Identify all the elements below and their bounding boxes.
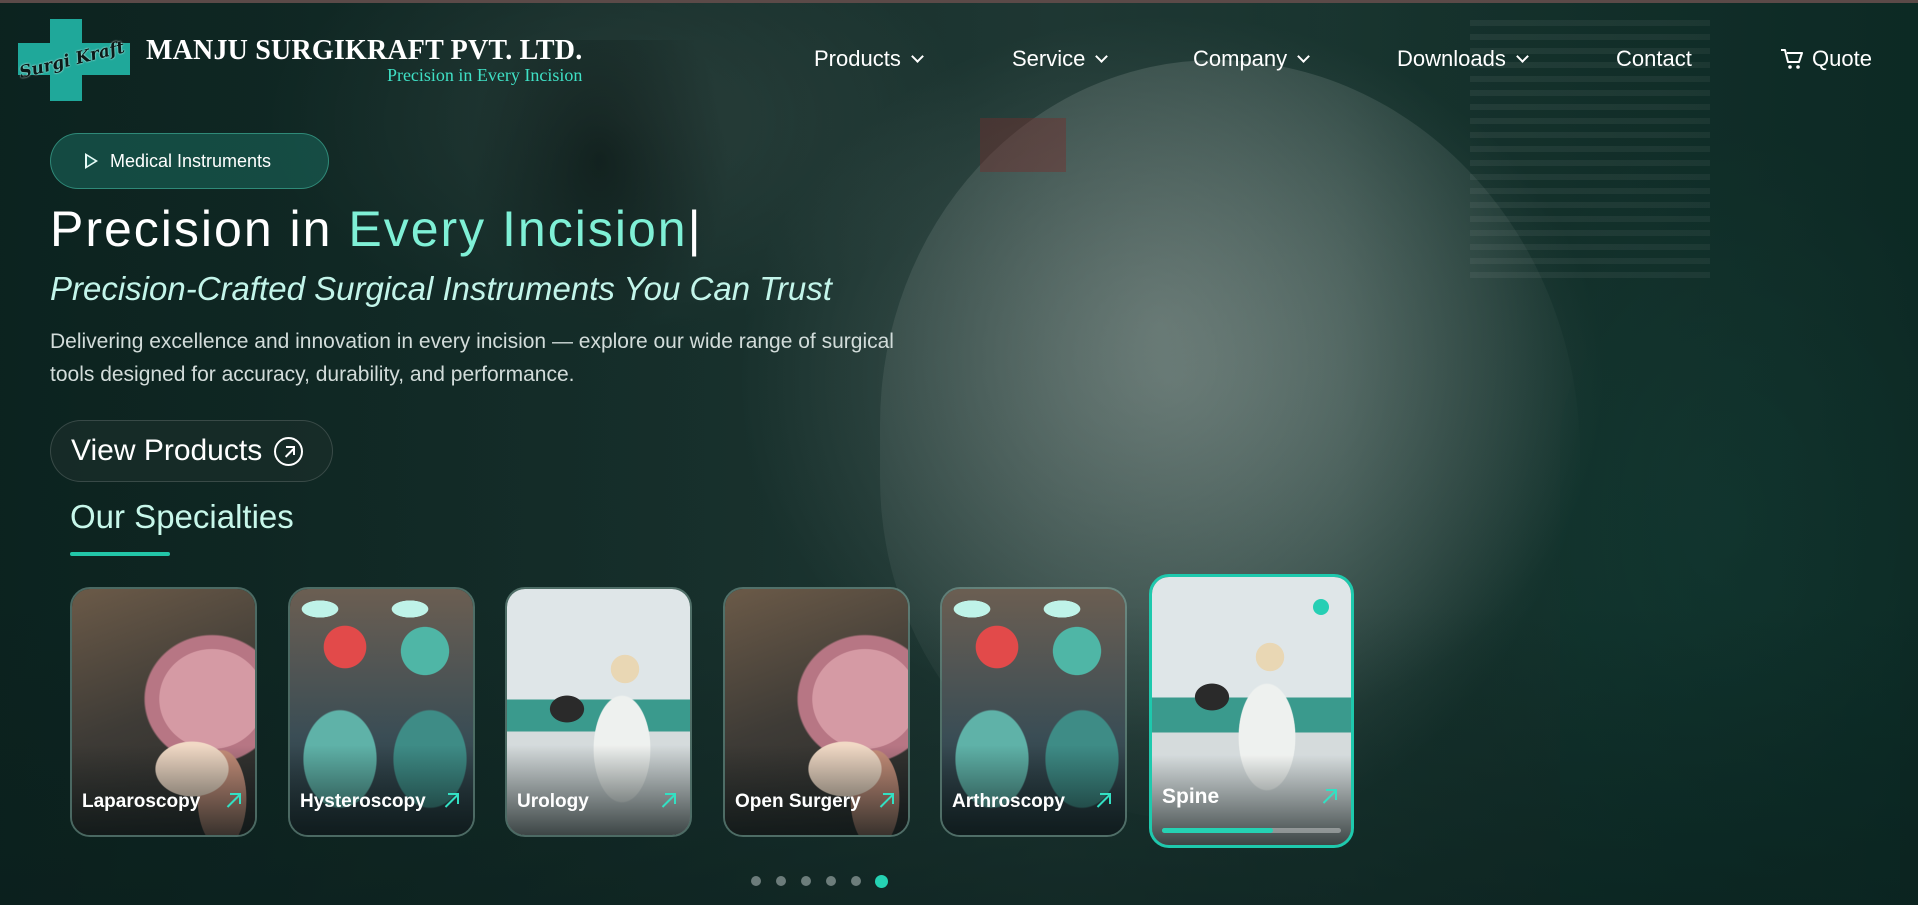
arrow-up-right-icon xyxy=(660,793,676,809)
nav-products-label: Products xyxy=(814,46,901,71)
carousel-pagination xyxy=(0,875,1918,890)
carousel-dot[interactable] xyxy=(851,876,861,886)
cart-icon xyxy=(1781,49,1803,69)
category-pill[interactable]: Medical Instruments xyxy=(50,133,329,189)
hero-heading-plain: Precision in xyxy=(50,201,349,257)
quote-button[interactable]: Quote xyxy=(1780,46,1872,72)
chevron-down-icon xyxy=(1095,50,1109,63)
specialties-title: Our Specialties xyxy=(70,498,294,535)
hero-subtitle: Precision-Crafted Surgical Instruments Y… xyxy=(50,270,832,307)
hero-heading-highlight: Every Incision xyxy=(348,201,688,257)
arrow-up-right-icon xyxy=(225,793,241,809)
chevron-down-icon xyxy=(910,50,924,63)
hero-heading: Precision in Every Incision| xyxy=(50,200,703,258)
nav-contact[interactable]: Contact xyxy=(1616,46,1692,72)
specialty-card-label: Arthroscopy xyxy=(952,791,1065,812)
specialty-card-label: Spine xyxy=(1162,785,1220,808)
active-indicator-dot xyxy=(1313,599,1329,615)
specialty-card-label: Hysteroscopy xyxy=(300,791,426,812)
specialty-card-hysteroscopy[interactable]: Hysteroscopy xyxy=(288,587,475,837)
arrow-up-right-icon xyxy=(1095,793,1111,809)
arrow-up-right-icon xyxy=(878,793,894,809)
carousel-dot[interactable] xyxy=(801,876,811,886)
specialty-card-open-surgery[interactable]: Open Surgery xyxy=(723,587,910,837)
hero-description: Delivering excellence and innovation in … xyxy=(50,330,894,386)
specialty-card-spine[interactable]: Spine xyxy=(1149,574,1354,848)
carousel-dot[interactable] xyxy=(776,876,786,886)
carousel-dot[interactable] xyxy=(751,876,761,886)
specialty-card-laparoscopy[interactable]: Laparoscopy xyxy=(70,587,257,837)
nav-downloads[interactable]: Downloads xyxy=(1397,46,1529,72)
specialty-card-label: Urology xyxy=(517,791,589,812)
nav-products[interactable]: Products xyxy=(814,46,924,72)
specialty-card-arthroscopy[interactable]: Arthroscopy xyxy=(940,587,1127,837)
specialties-underline xyxy=(70,552,170,556)
arrow-up-right-icon xyxy=(274,436,304,466)
specialty-card-label: Laparoscopy xyxy=(82,791,201,812)
play-icon xyxy=(85,153,98,169)
nav-service[interactable]: Service xyxy=(1012,46,1109,72)
nav-company[interactable]: Company xyxy=(1193,46,1311,72)
view-products-label: View Products xyxy=(71,434,263,467)
nav-company-label: Company xyxy=(1193,46,1288,71)
arrow-up-right-icon xyxy=(1321,789,1337,805)
carousel-dot[interactable] xyxy=(826,876,836,886)
chevron-down-icon xyxy=(1297,50,1311,63)
chevron-down-icon xyxy=(1515,50,1529,63)
nav-contact-label: Contact xyxy=(1616,46,1692,71)
view-products-button[interactable]: View Products xyxy=(50,420,333,482)
autoplay-progress-bar xyxy=(1162,828,1341,833)
nav-downloads-label: Downloads xyxy=(1397,46,1506,71)
carousel-dot[interactable] xyxy=(875,875,888,888)
arrow-up-right-icon xyxy=(443,793,459,809)
category-pill-label: Medical Instruments xyxy=(110,150,272,171)
quote-label: Quote xyxy=(1812,46,1872,71)
main-nav: Products Service Company Downloads Conta… xyxy=(0,46,1918,76)
specialty-card-urology[interactable]: Urology xyxy=(505,587,692,837)
autoplay-progress-fill xyxy=(1162,828,1273,833)
nav-service-label: Service xyxy=(1012,46,1086,71)
site-header: Surgi Kraft MANJU SURGIKRAFT PVT. LTD. P… xyxy=(0,0,1918,110)
typing-caret: | xyxy=(687,201,703,257)
specialty-card-label: Open Surgery xyxy=(735,791,861,812)
